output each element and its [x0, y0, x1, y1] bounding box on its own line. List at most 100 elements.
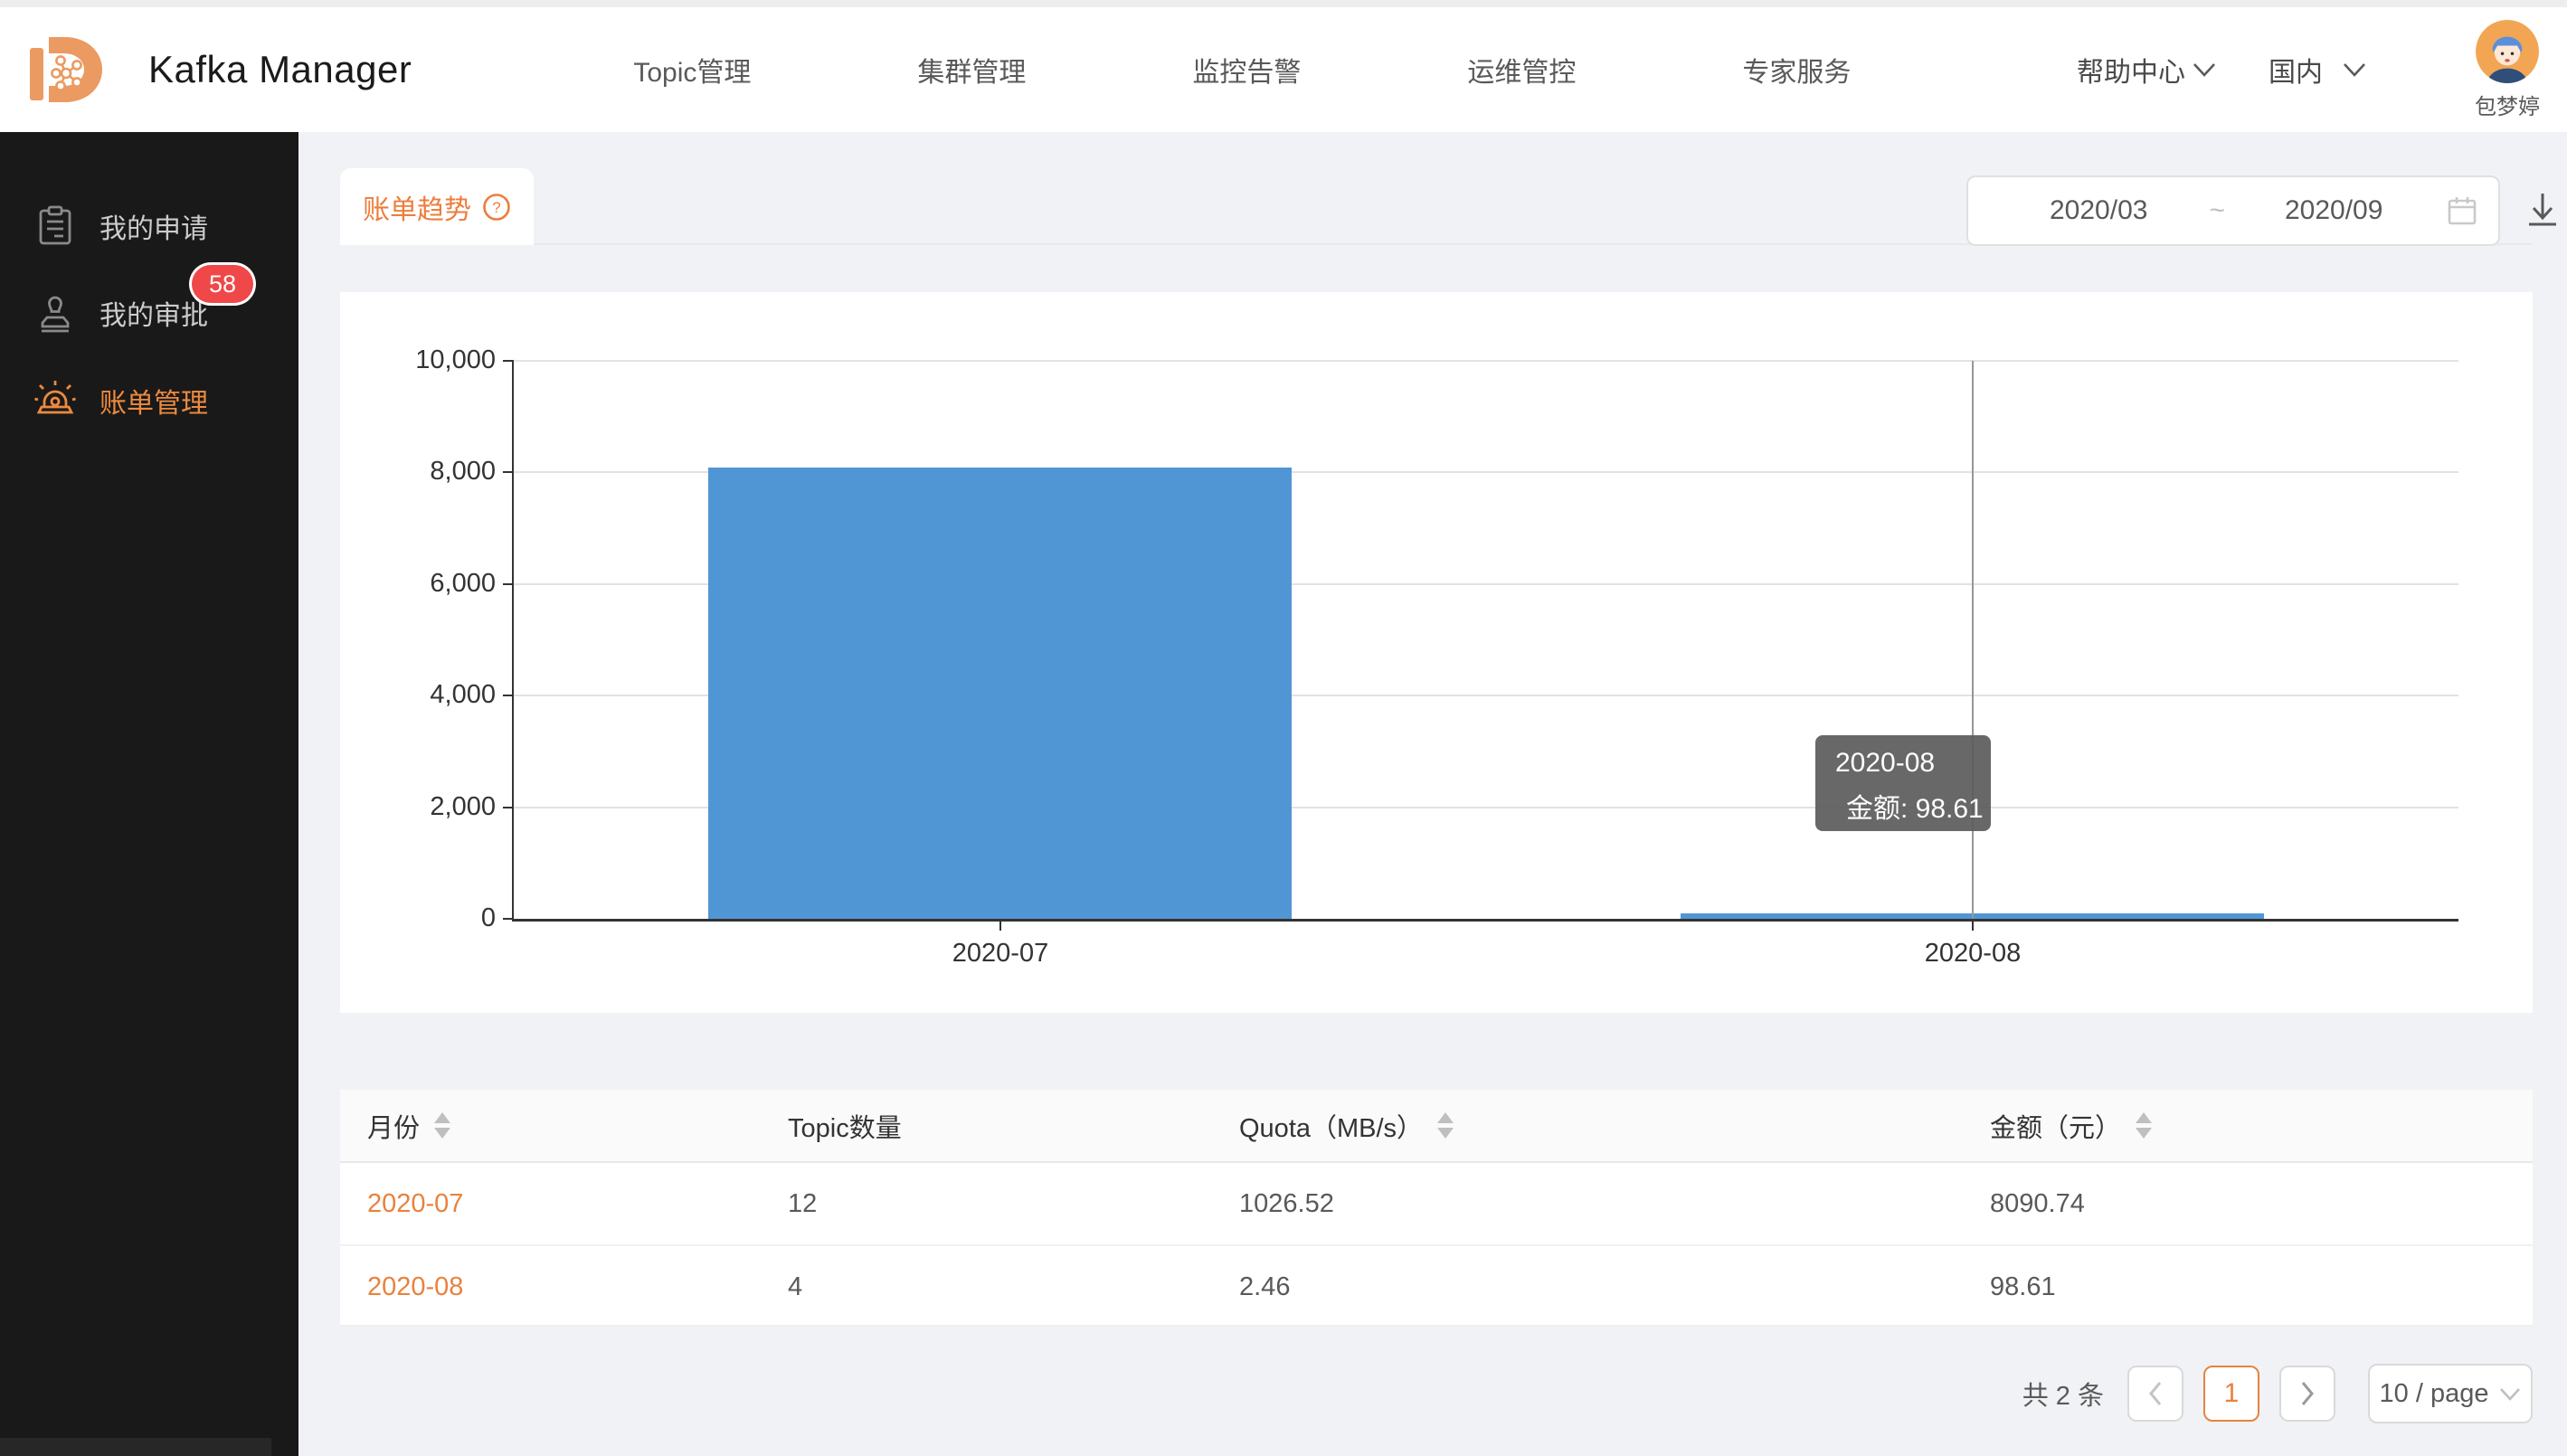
sidebar-item-label: 账单管理 [99, 381, 208, 421]
x-axis-tick [1972, 922, 1974, 931]
sorter-icon[interactable] [1437, 1112, 1454, 1139]
x-axis-label: 2020-07 [901, 939, 1100, 969]
x-axis-label: 2020-08 [1873, 939, 2072, 969]
total-count-label: 共 2 条 [2022, 1375, 2104, 1413]
main-nav: Topic管理 集群管理 监控告警 运维管控 专家服务 [633, 50, 1851, 90]
caret-down-icon[interactable] [2136, 1128, 2152, 1139]
tab-bill-trend[interactable]: 账单趋势 ? [340, 168, 534, 245]
stamp-icon [34, 292, 76, 334]
range-start-value[interactable]: 2020/03 [2050, 195, 2147, 226]
quota-cell: 2.46 [1239, 1246, 1290, 1328]
table-row: 2020-07 12 1026.52 8090.74 [340, 1163, 2533, 1246]
chevron-down-icon [2499, 1387, 2521, 1401]
topic-count-cell: 12 [788, 1163, 817, 1244]
bill-table: 月份 Topic数量 Quota（MB/s） 金额（元） 2020-07 [340, 1090, 2533, 1327]
x-axis [512, 919, 2458, 922]
nav-expert[interactable]: 专家服务 [1742, 50, 1851, 90]
sorter-icon[interactable] [2136, 1112, 2152, 1139]
chart-tooltip: 2020-08 金额: 98.61 [1815, 735, 1991, 831]
nav-monitor[interactable]: 监控告警 [1192, 50, 1301, 90]
sidebar-item-my-applications[interactable]: 我的申请 [0, 183, 298, 269]
y-axis-label: 6,000 [360, 569, 496, 599]
user-avatar[interactable] [2476, 20, 2539, 83]
tooltip-value: 金额: 98.61 [1846, 786, 1984, 826]
svg-text:?: ? [492, 199, 500, 216]
page-size-value: 10 / page [2380, 1379, 2489, 1409]
col-label: 月份 [367, 1107, 420, 1145]
app-title: Kafka Manager [148, 48, 412, 91]
amount-cell: 98.61 [1990, 1246, 2056, 1328]
user-name: 包梦婷 [2475, 89, 2540, 120]
chevron-right-icon [2297, 1380, 2317, 1407]
app-header: Kafka Manager Topic管理 集群管理 监控告警 运维管控 专家服… [0, 7, 2567, 132]
question-circle-icon[interactable]: ? [482, 193, 511, 222]
pagination: 共 2 条 1 10 / page [340, 1362, 2533, 1425]
gridline [514, 360, 2458, 362]
caret-up-icon[interactable] [2136, 1112, 2152, 1123]
help-center-link[interactable]: 帮助中心 [2077, 50, 2216, 90]
tooltip-series-row: 金额: 98.61 [1835, 786, 1971, 826]
y-axis-label: 0 [360, 903, 496, 933]
chevron-down-icon [2343, 62, 2366, 77]
amount-cell: 8090.74 [1990, 1163, 2085, 1244]
header-right: 帮助中心 国内 包梦婷 [2077, 20, 2540, 120]
y-axis-label: 10,000 [360, 345, 496, 375]
col-header-amount[interactable]: 金额（元） [1990, 1090, 2152, 1161]
sidebar-collapse-trigger[interactable] [0, 1438, 271, 1456]
quota-cell: 1026.52 [1239, 1163, 1334, 1244]
topic-count-cell: 4 [788, 1246, 802, 1328]
nav-topic[interactable]: Topic管理 [633, 50, 751, 90]
chevron-down-icon [2193, 62, 2216, 77]
region-select[interactable]: 国内 [2269, 50, 2366, 90]
user-block[interactable]: 包梦婷 [2475, 20, 2540, 120]
bill-trend-chart: 02,0004,0006,0008,00010,0002020-072020-0… [340, 292, 2533, 1013]
x-axis-tick [999, 922, 1001, 931]
chevron-left-icon [2145, 1380, 2165, 1407]
nav-ops[interactable]: 运维管控 [1467, 50, 1576, 90]
nav-cluster[interactable]: 集群管理 [917, 50, 1026, 90]
caret-down-icon[interactable] [434, 1128, 450, 1139]
col-header-topic-count[interactable]: Topic数量 [788, 1090, 902, 1161]
caret-up-icon[interactable] [1437, 1112, 1454, 1123]
download-icon[interactable] [2522, 190, 2563, 232]
region-label: 国内 [2269, 50, 2323, 90]
y-axis [512, 361, 514, 919]
y-axis-label: 8,000 [360, 457, 496, 487]
table-header-row: 月份 Topic数量 Quota（MB/s） 金额（元） [340, 1090, 2533, 1163]
page-1-button[interactable]: 1 [2203, 1366, 2259, 1422]
top-strip [0, 0, 2567, 7]
alarm-icon [34, 380, 76, 421]
calendar-icon [2446, 194, 2478, 227]
caret-down-icon[interactable] [1437, 1128, 1454, 1139]
caret-up-icon[interactable] [434, 1112, 450, 1123]
month-link[interactable]: 2020-08 [367, 1246, 463, 1328]
sidebar-item-label: 我的审批 [99, 293, 208, 333]
tooltip-category: 2020-08 [1835, 748, 1971, 779]
sidebar-item-label: 我的申请 [99, 206, 208, 246]
clipboard-icon [34, 205, 76, 247]
approvals-count-badge: 58 [192, 265, 253, 303]
col-label: Quota（MB/s） [1239, 1107, 1423, 1145]
range-end-value[interactable]: 2020/09 [2285, 195, 2382, 226]
col-header-quota[interactable]: Quota（MB/s） [1239, 1090, 1454, 1161]
month-link[interactable]: 2020-07 [367, 1163, 463, 1244]
col-label: 金额（元） [1990, 1107, 2121, 1145]
month-range-picker[interactable]: 2020/03 ~ 2020/09 [1966, 175, 2500, 246]
sorter-icon[interactable] [434, 1112, 450, 1139]
y-axis-label: 2,000 [360, 792, 496, 822]
range-separator: ~ [2209, 195, 2225, 226]
sidebar-item-billing[interactable]: 账单管理 [0, 357, 298, 444]
kafka-manager-logo-icon [24, 26, 110, 113]
col-header-month[interactable]: 月份 [367, 1090, 450, 1161]
page-size-select[interactable]: 10 / page [2368, 1364, 2533, 1423]
table-row: 2020-08 4 2.46 98.61 [340, 1246, 2533, 1327]
sidebar-item-my-approvals[interactable]: 我的审批 [0, 269, 298, 356]
sidebar: 我的申请 我的审批 58 账单管理 [0, 132, 298, 1456]
chart-crosshair-line [1972, 361, 1974, 919]
tab-bill-trend-label: 账单趋势 [363, 187, 471, 227]
next-page-button[interactable] [2279, 1366, 2335, 1422]
help-center-label: 帮助中心 [2077, 50, 2185, 90]
prev-page-button[interactable] [2127, 1366, 2183, 1422]
col-label: Topic数量 [788, 1107, 902, 1145]
bar-2020-07[interactable] [708, 468, 1292, 919]
